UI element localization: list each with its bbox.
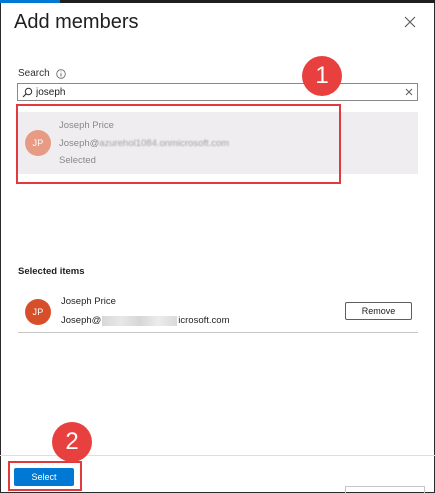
result-email: Joseph@azurehol1084.onmicrosoft.com xyxy=(59,138,229,149)
search-box[interactable] xyxy=(17,83,418,101)
selected-item-email: Joseph@ icrosoft.com xyxy=(61,315,230,326)
search-label-row: Search xyxy=(18,68,66,79)
result-name: Joseph Price xyxy=(59,120,114,131)
search-label: Search xyxy=(18,68,50,79)
search-input[interactable] xyxy=(36,85,396,99)
close-icon xyxy=(402,14,418,30)
annotation-badge-2: 2 xyxy=(52,422,92,462)
result-status: Selected xyxy=(59,155,96,166)
email-redaction xyxy=(102,315,178,326)
remove-button[interactable]: Remove xyxy=(345,302,412,320)
avatar: JP xyxy=(25,130,51,156)
info-icon[interactable] xyxy=(55,68,66,79)
search-result-row[interactable]: JP Joseph Price Joseph@azurehol1084.onmi… xyxy=(17,112,418,174)
selected-email-suffix: icrosoft.com xyxy=(178,315,230,326)
clear-icon xyxy=(405,88,413,96)
annotation-badge-1: 1 xyxy=(302,56,342,96)
result-email-prefix: Joseph@ xyxy=(59,138,100,149)
close-button[interactable] xyxy=(402,14,418,30)
result-email-obscured: azurehol1084.onmicrosoft.com xyxy=(99,138,230,149)
dialog-title: Add members xyxy=(14,11,139,33)
selected-items-heading: Selected items xyxy=(18,266,85,277)
selected-email-prefix: Joseph@ xyxy=(61,315,102,326)
magnifier-icon xyxy=(22,87,33,98)
select-button[interactable]: Select xyxy=(14,468,74,486)
selected-item-row: JP Joseph Price Joseph@ icrosoft.com Rem… xyxy=(18,289,418,333)
horizontal-scroll-stub xyxy=(345,486,425,493)
avatar: JP xyxy=(25,299,51,325)
clear-search-button[interactable] xyxy=(404,87,414,97)
selected-item-name: Joseph Price xyxy=(61,296,116,307)
